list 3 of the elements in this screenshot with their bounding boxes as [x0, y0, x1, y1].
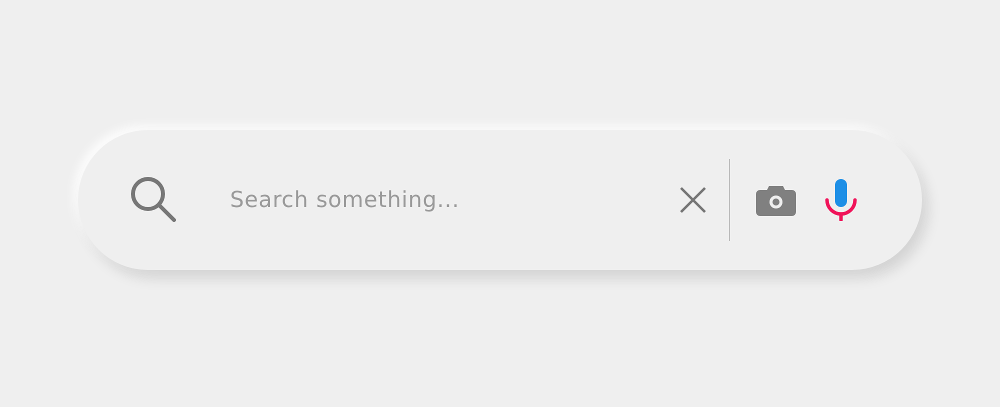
- search-field[interactable]: Search something...: [228, 186, 674, 214]
- microphone-icon[interactable]: [824, 179, 858, 221]
- camera-icon[interactable]: [756, 184, 796, 216]
